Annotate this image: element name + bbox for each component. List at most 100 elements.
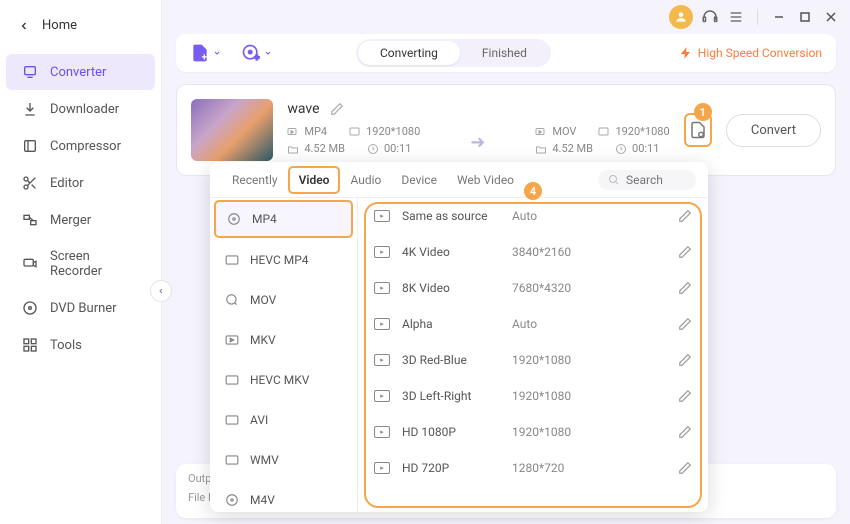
sidebar-item-label: Merger: [50, 213, 91, 228]
film-icon: [224, 372, 240, 388]
sidebar-item-label: Screen Recorder: [50, 249, 139, 279]
video-thumbnail[interactable]: [191, 99, 273, 161]
clock-icon: [615, 143, 627, 155]
sidebar-item-merger[interactable]: Merger: [6, 202, 155, 238]
svg-text:+: +: [254, 54, 259, 64]
sidebar-item-editor[interactable]: Editor: [6, 165, 155, 201]
recorder-icon: [22, 256, 38, 272]
tab-device[interactable]: Device: [391, 165, 447, 195]
format-mov[interactable]: MOV: [210, 280, 357, 320]
format-mp4[interactable]: MP4: [214, 200, 353, 238]
sidebar-item-downloader[interactable]: Downloader: [6, 91, 155, 127]
edit-icon[interactable]: [678, 353, 692, 367]
resolution-icon: [598, 127, 610, 137]
tab-webvideo[interactable]: Web Video: [447, 165, 524, 195]
resolution-item[interactable]: Same as sourceAuto: [358, 198, 708, 234]
video-icon: [374, 426, 390, 438]
search-icon: [608, 174, 620, 186]
video-icon: [374, 318, 390, 330]
video-icon: [374, 282, 390, 294]
sidebar-item-label: Converter: [50, 65, 106, 80]
compress-icon: [22, 138, 38, 154]
format-m4v[interactable]: M4V: [210, 480, 357, 512]
chevron-left-icon: [18, 20, 30, 32]
edit-icon[interactable]: [330, 102, 344, 116]
edit-icon[interactable]: [678, 389, 692, 403]
output-settings-button[interactable]: 1: [684, 113, 712, 147]
highspeed-link[interactable]: High Speed Conversion: [679, 46, 822, 60]
edit-icon[interactable]: [678, 209, 692, 223]
video-icon: [374, 462, 390, 474]
quicktime-icon: [224, 292, 240, 308]
maximize-button[interactable]: [796, 8, 814, 26]
tab-recently[interactable]: Recently: [222, 165, 288, 195]
resolution-item[interactable]: 3D Red-Blue1920*1080: [358, 342, 708, 378]
support-icon[interactable]: [701, 8, 719, 26]
format-dropdown: Recently Video Audio Device Web Video MP…: [210, 162, 708, 512]
dest-info: MOV 1920*1080 4.52 MB 00:11: [535, 125, 669, 159]
headset-icon: [701, 8, 719, 26]
resolution-item[interactable]: AlphaAuto: [358, 306, 708, 342]
convert-button[interactable]: Convert: [726, 114, 821, 147]
tab-converting[interactable]: Converting: [358, 41, 460, 65]
video-icon: [535, 127, 547, 137]
format-hevcmp4[interactable]: HEVC MP4: [210, 240, 357, 280]
svg-text:+: +: [202, 53, 208, 64]
resolution-item[interactable]: 3D Left-Right1920*1080: [358, 378, 708, 414]
edit-icon[interactable]: [678, 281, 692, 295]
video-info: wave MP4 1920*1080 4.52 MB 00:11 ➜: [287, 101, 669, 159]
edit-icon[interactable]: [678, 461, 692, 475]
resolution-item[interactable]: 8K Video7680*4320: [358, 270, 708, 306]
film-icon: [224, 332, 240, 348]
merge-icon: [22, 212, 38, 228]
annotation-badge-4: 4: [524, 182, 542, 200]
video-icon: [374, 354, 390, 366]
resolution-list: 4 Same as sourceAuto 4K Video3840*2160 8…: [358, 198, 708, 512]
sidebar-item-recorder[interactable]: Screen Recorder: [6, 239, 155, 289]
folder-icon: [535, 144, 547, 154]
edit-icon[interactable]: [678, 425, 692, 439]
download-icon: [22, 101, 38, 117]
chevron-down-icon: [213, 49, 221, 57]
video-icon: [374, 210, 390, 222]
tab-audio[interactable]: Audio: [340, 165, 391, 195]
tab-finished[interactable]: Finished: [460, 41, 549, 65]
edit-icon[interactable]: [678, 317, 692, 331]
format-hevcmkv[interactable]: HEVC MKV: [210, 360, 357, 400]
chevron-down-icon: [264, 49, 272, 57]
file-settings-icon: [689, 121, 707, 139]
disc-icon: [224, 492, 240, 508]
close-button[interactable]: [822, 8, 840, 26]
film-icon: [224, 412, 240, 428]
format-avi[interactable]: AVI: [210, 400, 357, 440]
sidebar-item-dvd[interactable]: DVD Burner: [6, 290, 155, 326]
search-input[interactable]: [626, 173, 686, 187]
format-wmv[interactable]: WMV: [210, 440, 357, 480]
resolution-item[interactable]: HD 1080P1920*1080: [358, 414, 708, 450]
dropdown-tabs: Recently Video Audio Device Web Video: [210, 162, 708, 198]
format-mkv[interactable]: MKV: [210, 320, 357, 360]
disc-icon: [226, 211, 242, 227]
sidebar-item-label: Editor: [50, 176, 84, 191]
edit-icon[interactable]: [678, 245, 692, 259]
sidebar-item-label: Compressor: [50, 139, 121, 154]
sidebar-item-converter[interactable]: Converter: [6, 54, 155, 90]
sidebar-item-label: DVD Burner: [50, 301, 117, 316]
film-icon: [224, 452, 240, 468]
dropdown-search[interactable]: [598, 170, 696, 190]
folder-icon: [287, 144, 299, 154]
resolution-item[interactable]: HD 720P1280*720: [358, 450, 708, 486]
sidebar-item-compressor[interactable]: Compressor: [6, 128, 155, 164]
avatar[interactable]: [669, 5, 693, 29]
resolution-item[interactable]: 4K Video3840*2160: [358, 234, 708, 270]
tab-video[interactable]: Video: [288, 166, 341, 194]
sidebar-item-tools[interactable]: Tools: [6, 327, 155, 363]
add-file-button[interactable]: +: [190, 43, 221, 63]
video-icon: [287, 127, 299, 137]
minimize-button[interactable]: [770, 8, 788, 26]
hamburger-icon[interactable]: [727, 8, 745, 26]
video-icon: [374, 246, 390, 258]
add-disc-button[interactable]: +: [241, 43, 272, 63]
bolt-icon: [679, 46, 693, 60]
sidebar-home[interactable]: Home: [0, 8, 161, 43]
